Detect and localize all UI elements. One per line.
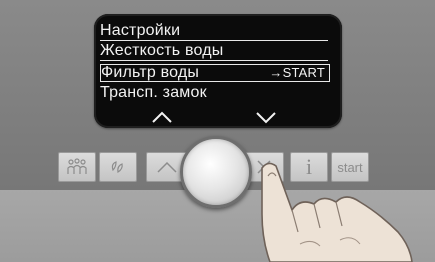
hand-image [261, 162, 413, 262]
